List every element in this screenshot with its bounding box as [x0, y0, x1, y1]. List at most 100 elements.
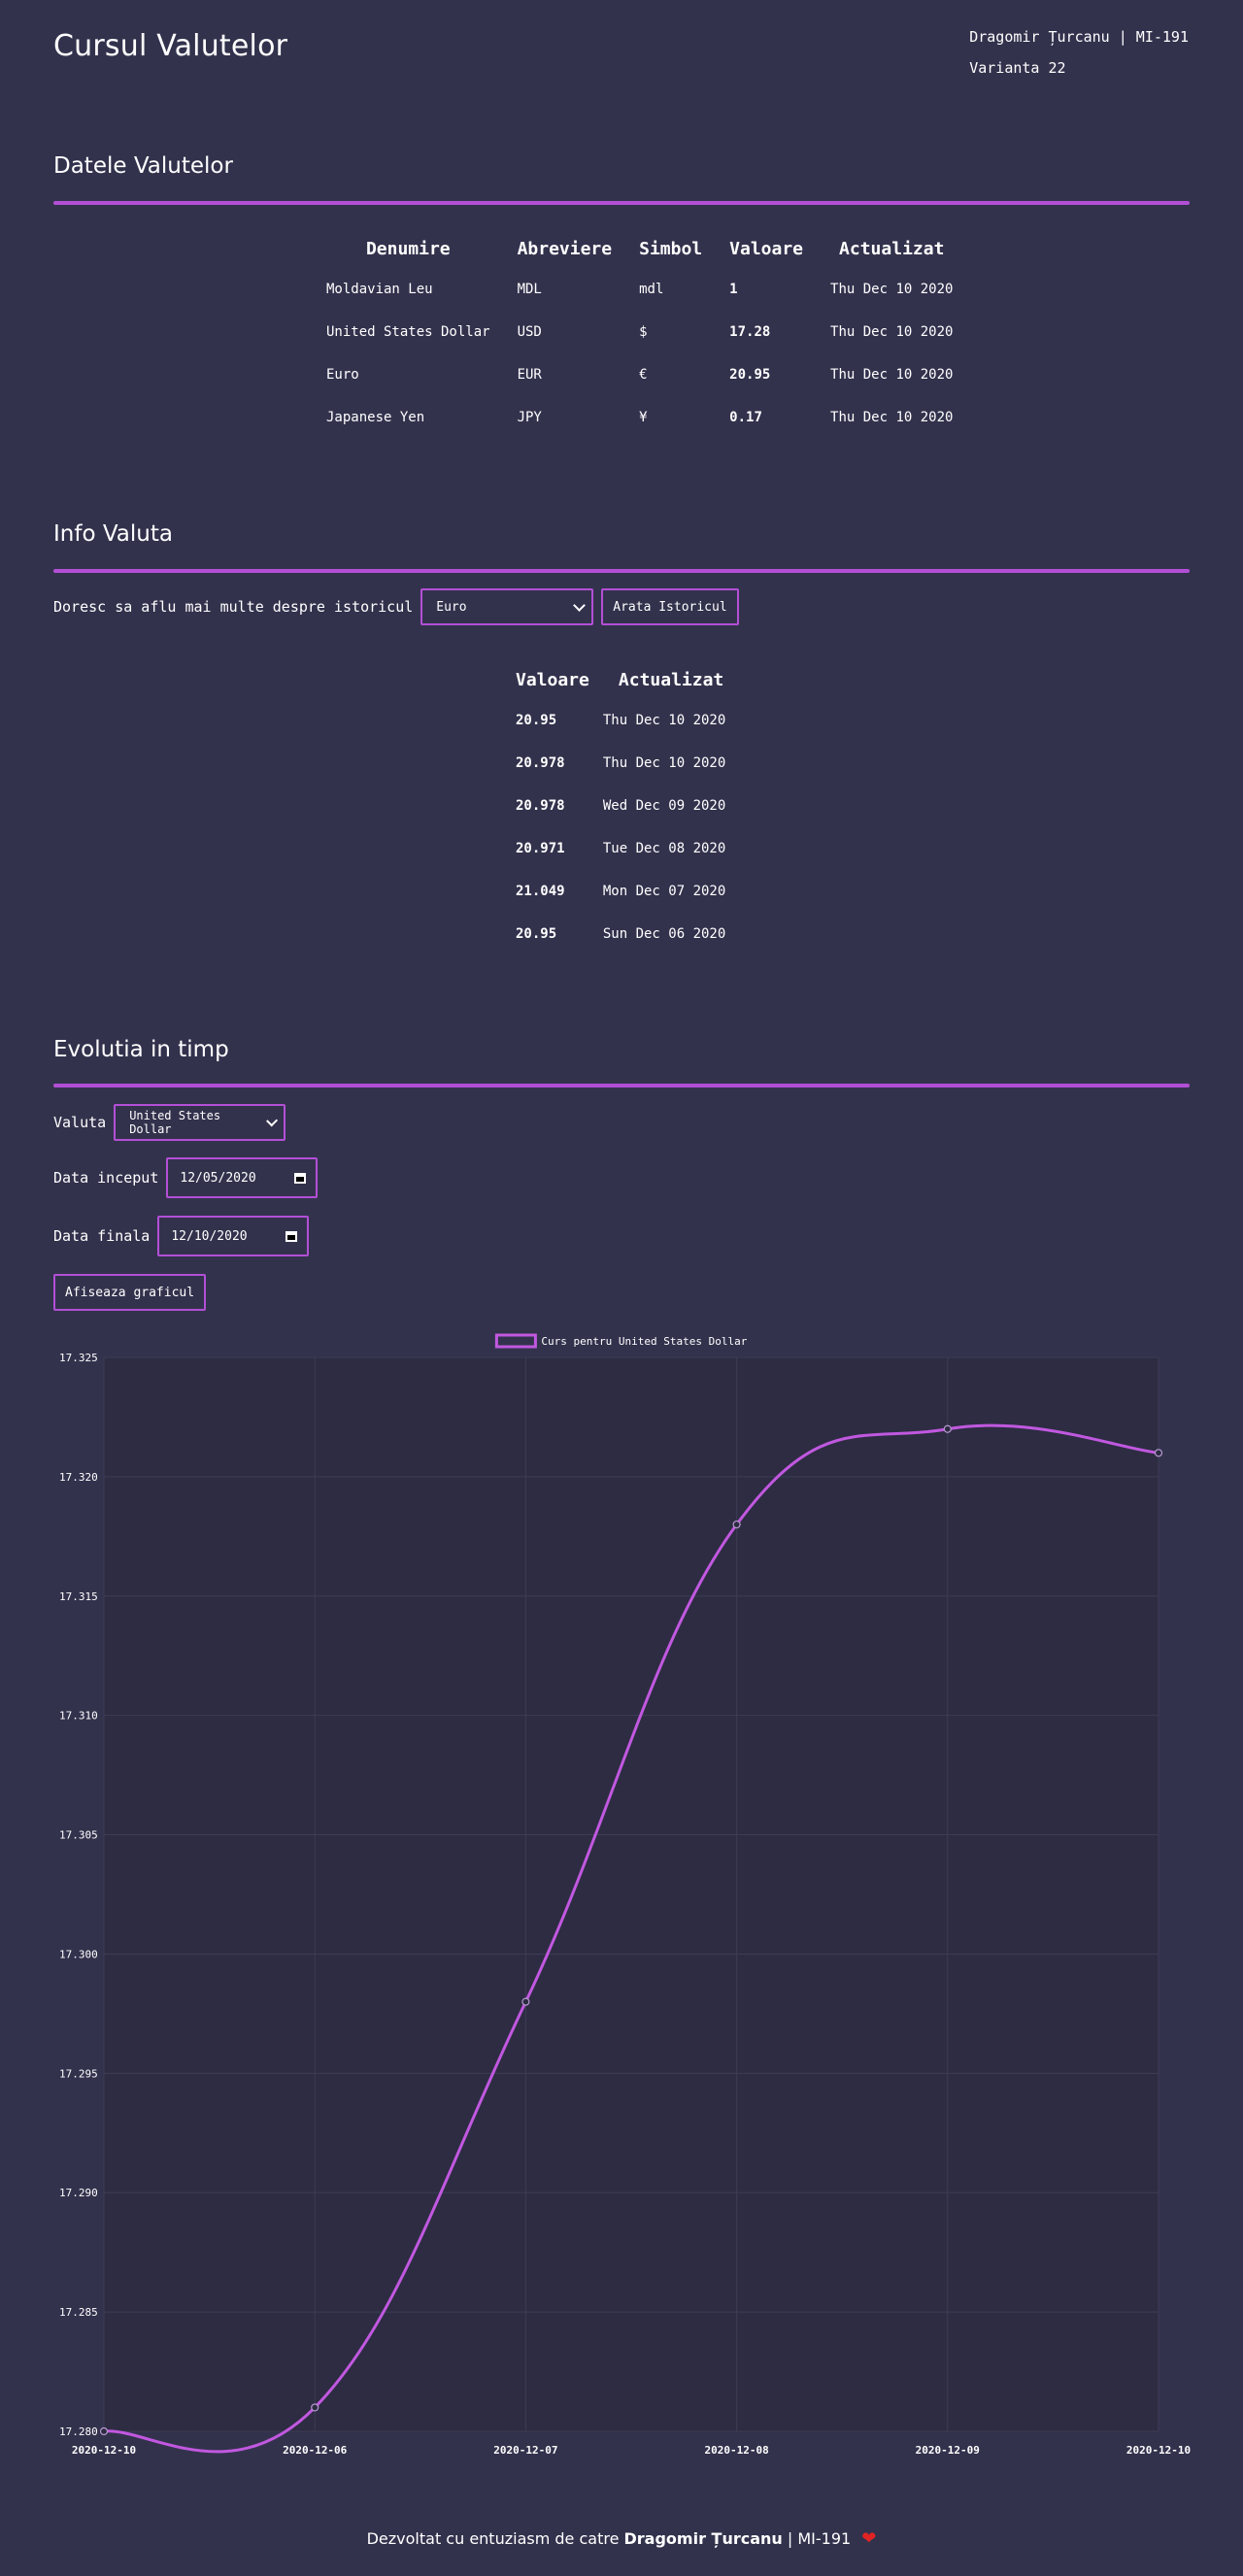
cell-updated: Mon Dec 07 2020 — [602, 884, 726, 899]
end-date-row: Data finala 12/10/2020 — [53, 1216, 310, 1256]
data-point — [732, 1520, 741, 1529]
selected-currency: Euro — [436, 599, 467, 615]
x-tick-label: 2020-12-08 — [704, 2444, 768, 2457]
start-date-input[interactable]: 12/05/2020 — [166, 1157, 319, 1198]
section-divider — [53, 201, 1190, 205]
column-header: Abreviere — [517, 238, 613, 259]
cell-abbr: MDL — [517, 282, 542, 297]
start-date-row: Data inceput 12/05/2020 — [53, 1157, 319, 1198]
author-block: Dragomir Țurcanu | MI-191 Varianta 22 — [969, 21, 1189, 84]
start-date-label: Data inceput — [53, 1169, 159, 1187]
footer-suffix: | MI-191 — [787, 2529, 852, 2548]
calendar-icon[interactable] — [294, 1172, 307, 1184]
cell-value: 20.978 — [516, 798, 565, 814]
section-divider — [53, 569, 1190, 573]
x-tick-label: 2020-12-07 — [493, 2444, 557, 2457]
variant-label: Varianta 22 — [969, 59, 1066, 77]
cell-updated: Thu Dec 10 2020 — [602, 713, 726, 728]
chart-svg: 17.325 17.320 17.315 17.310 17.305 17.300 17.2… — [59, 1333, 1191, 2457]
chevron-down-icon — [573, 598, 587, 612]
cell-updated: Sun Dec 06 2020 — [602, 926, 726, 942]
section-divider — [53, 1084, 1190, 1087]
section-title-info: Info Valuta — [53, 521, 173, 547]
history-table-header: Valoare Actualizat — [502, 660, 739, 699]
column-header: Actualizat — [618, 669, 724, 690]
section-title-evolution: Evolutia in timp — [53, 1037, 229, 1062]
table-row: 21.049 Mon Dec 07 2020 — [502, 870, 739, 913]
footer-prefix: Dezvoltat cu entuziasm de catre — [366, 2529, 620, 2548]
cell-updated: Thu Dec 10 2020 — [830, 282, 954, 297]
cell-value: 17.28 — [729, 324, 771, 340]
evolution-currency-select[interactable]: United States Dollar — [114, 1104, 286, 1141]
column-header: Valoare — [729, 238, 804, 259]
y-tick-label: 17.315 — [59, 1590, 98, 1603]
table-row: Euro EUR € 20.95 Thu Dec 10 2020 — [313, 353, 966, 396]
x-tick-label: 2020-12-06 — [283, 2444, 348, 2457]
data-point — [521, 1997, 530, 2006]
column-header: Denumire — [365, 238, 451, 259]
heart-icon: ❤ — [861, 2528, 877, 2549]
end-date-input[interactable]: 12/10/2020 — [157, 1216, 310, 1256]
currency-table-header: Denumire Abreviere Simbol Valoare Actual… — [313, 229, 966, 268]
cell-value: 20.971 — [516, 841, 565, 856]
cell-updated: Wed Dec 09 2020 — [602, 798, 726, 814]
chevron-down-icon — [265, 1114, 279, 1127]
cell-abbr: USD — [517, 324, 542, 340]
column-header: Actualizat — [839, 238, 945, 259]
section-title-currency-data: Datele Valutelor — [53, 153, 233, 179]
plot-area — [104, 1357, 1159, 2431]
cell-updated: Thu Dec 10 2020 — [830, 410, 954, 425]
history-query-form: Doresc sa aflu mai multe despre istoricu… — [53, 588, 739, 625]
cell-updated: Thu Dec 10 2020 — [830, 324, 954, 340]
cell-name: Moldavian Leu — [326, 282, 433, 297]
cell-symbol: $ — [639, 324, 648, 340]
legend-swatch — [494, 1333, 537, 1349]
y-tick-label: 17.325 — [59, 1352, 98, 1364]
history-currency-select[interactable]: Euro — [420, 588, 594, 625]
table-row: 20.95 Thu Dec 10 2020 — [502, 699, 739, 742]
legend-label: Curs pentru United States Dollar — [541, 1335, 747, 1348]
cell-value: 20.95 — [516, 926, 557, 942]
cell-name: United States Dollar — [326, 324, 490, 340]
cell-symbol: mdl — [639, 282, 664, 297]
table-row: Moldavian Leu MDL mdl 1 Thu Dec 10 2020 — [313, 268, 966, 311]
cell-updated: Thu Dec 10 2020 — [830, 367, 954, 383]
selected-currency: United States Dollar — [129, 1109, 221, 1136]
x-tick-label: 2020-12-10 — [1126, 2444, 1191, 2457]
data-point — [311, 2403, 319, 2412]
exchange-rate-chart: 17.325 17.320 17.315 17.310 17.305 17.300 17.2… — [0, 1321, 1243, 2466]
column-header: Simbol — [639, 238, 703, 259]
chart-button-row: Afiseaza graficul — [53, 1274, 207, 1311]
site-title: Cursul Valutelor — [53, 29, 288, 63]
cell-abbr: EUR — [517, 367, 542, 383]
table-row: Japanese Yen JPY ¥ 0.17 Thu Dec 10 2020 — [313, 396, 966, 439]
y-tick-label: 17.320 — [59, 1471, 98, 1484]
cell-value: 20.95 — [516, 713, 557, 728]
cell-name: Japanese Yen — [326, 410, 425, 425]
history-table: Valoare Actualizat 20.95 Thu Dec 10 2020… — [502, 660, 739, 955]
currency-table: Denumire Abreviere Simbol Valoare Actual… — [313, 229, 966, 439]
y-tick-label: 17.300 — [59, 1948, 98, 1960]
cell-value: 1 — [729, 282, 738, 297]
cell-value: 20.978 — [516, 755, 565, 771]
calendar-icon[interactable] — [286, 1230, 298, 1242]
history-prompt-label: Doresc sa aflu mai multe despre istoricu… — [53, 598, 414, 616]
data-point — [943, 1424, 952, 1433]
show-history-button[interactable]: Arata Istoricul — [601, 588, 739, 625]
data-point — [1154, 1449, 1163, 1457]
y-tick-label: 17.305 — [59, 1829, 98, 1842]
currency-label: Valuta — [53, 1114, 107, 1131]
cell-value: 0.17 — [729, 410, 762, 425]
cell-updated: Tue Dec 08 2020 — [602, 841, 726, 856]
cell-updated: Thu Dec 10 2020 — [602, 755, 726, 771]
footer-author: Dragomir Țurcanu — [623, 2529, 783, 2548]
y-tick-label: 17.280 — [59, 2425, 98, 2438]
show-chart-button[interactable]: Afiseaza graficul — [53, 1274, 207, 1311]
start-date-value: 12/05/2020 — [180, 1170, 256, 1186]
y-tick-label: 17.285 — [59, 2306, 98, 2319]
column-header: Valoare — [516, 669, 589, 690]
end-date-value: 12/10/2020 — [171, 1228, 248, 1244]
y-tick-label: 17.295 — [59, 2067, 98, 2080]
end-date-label: Data finala — [53, 1227, 151, 1245]
cell-name: Euro — [326, 367, 359, 383]
